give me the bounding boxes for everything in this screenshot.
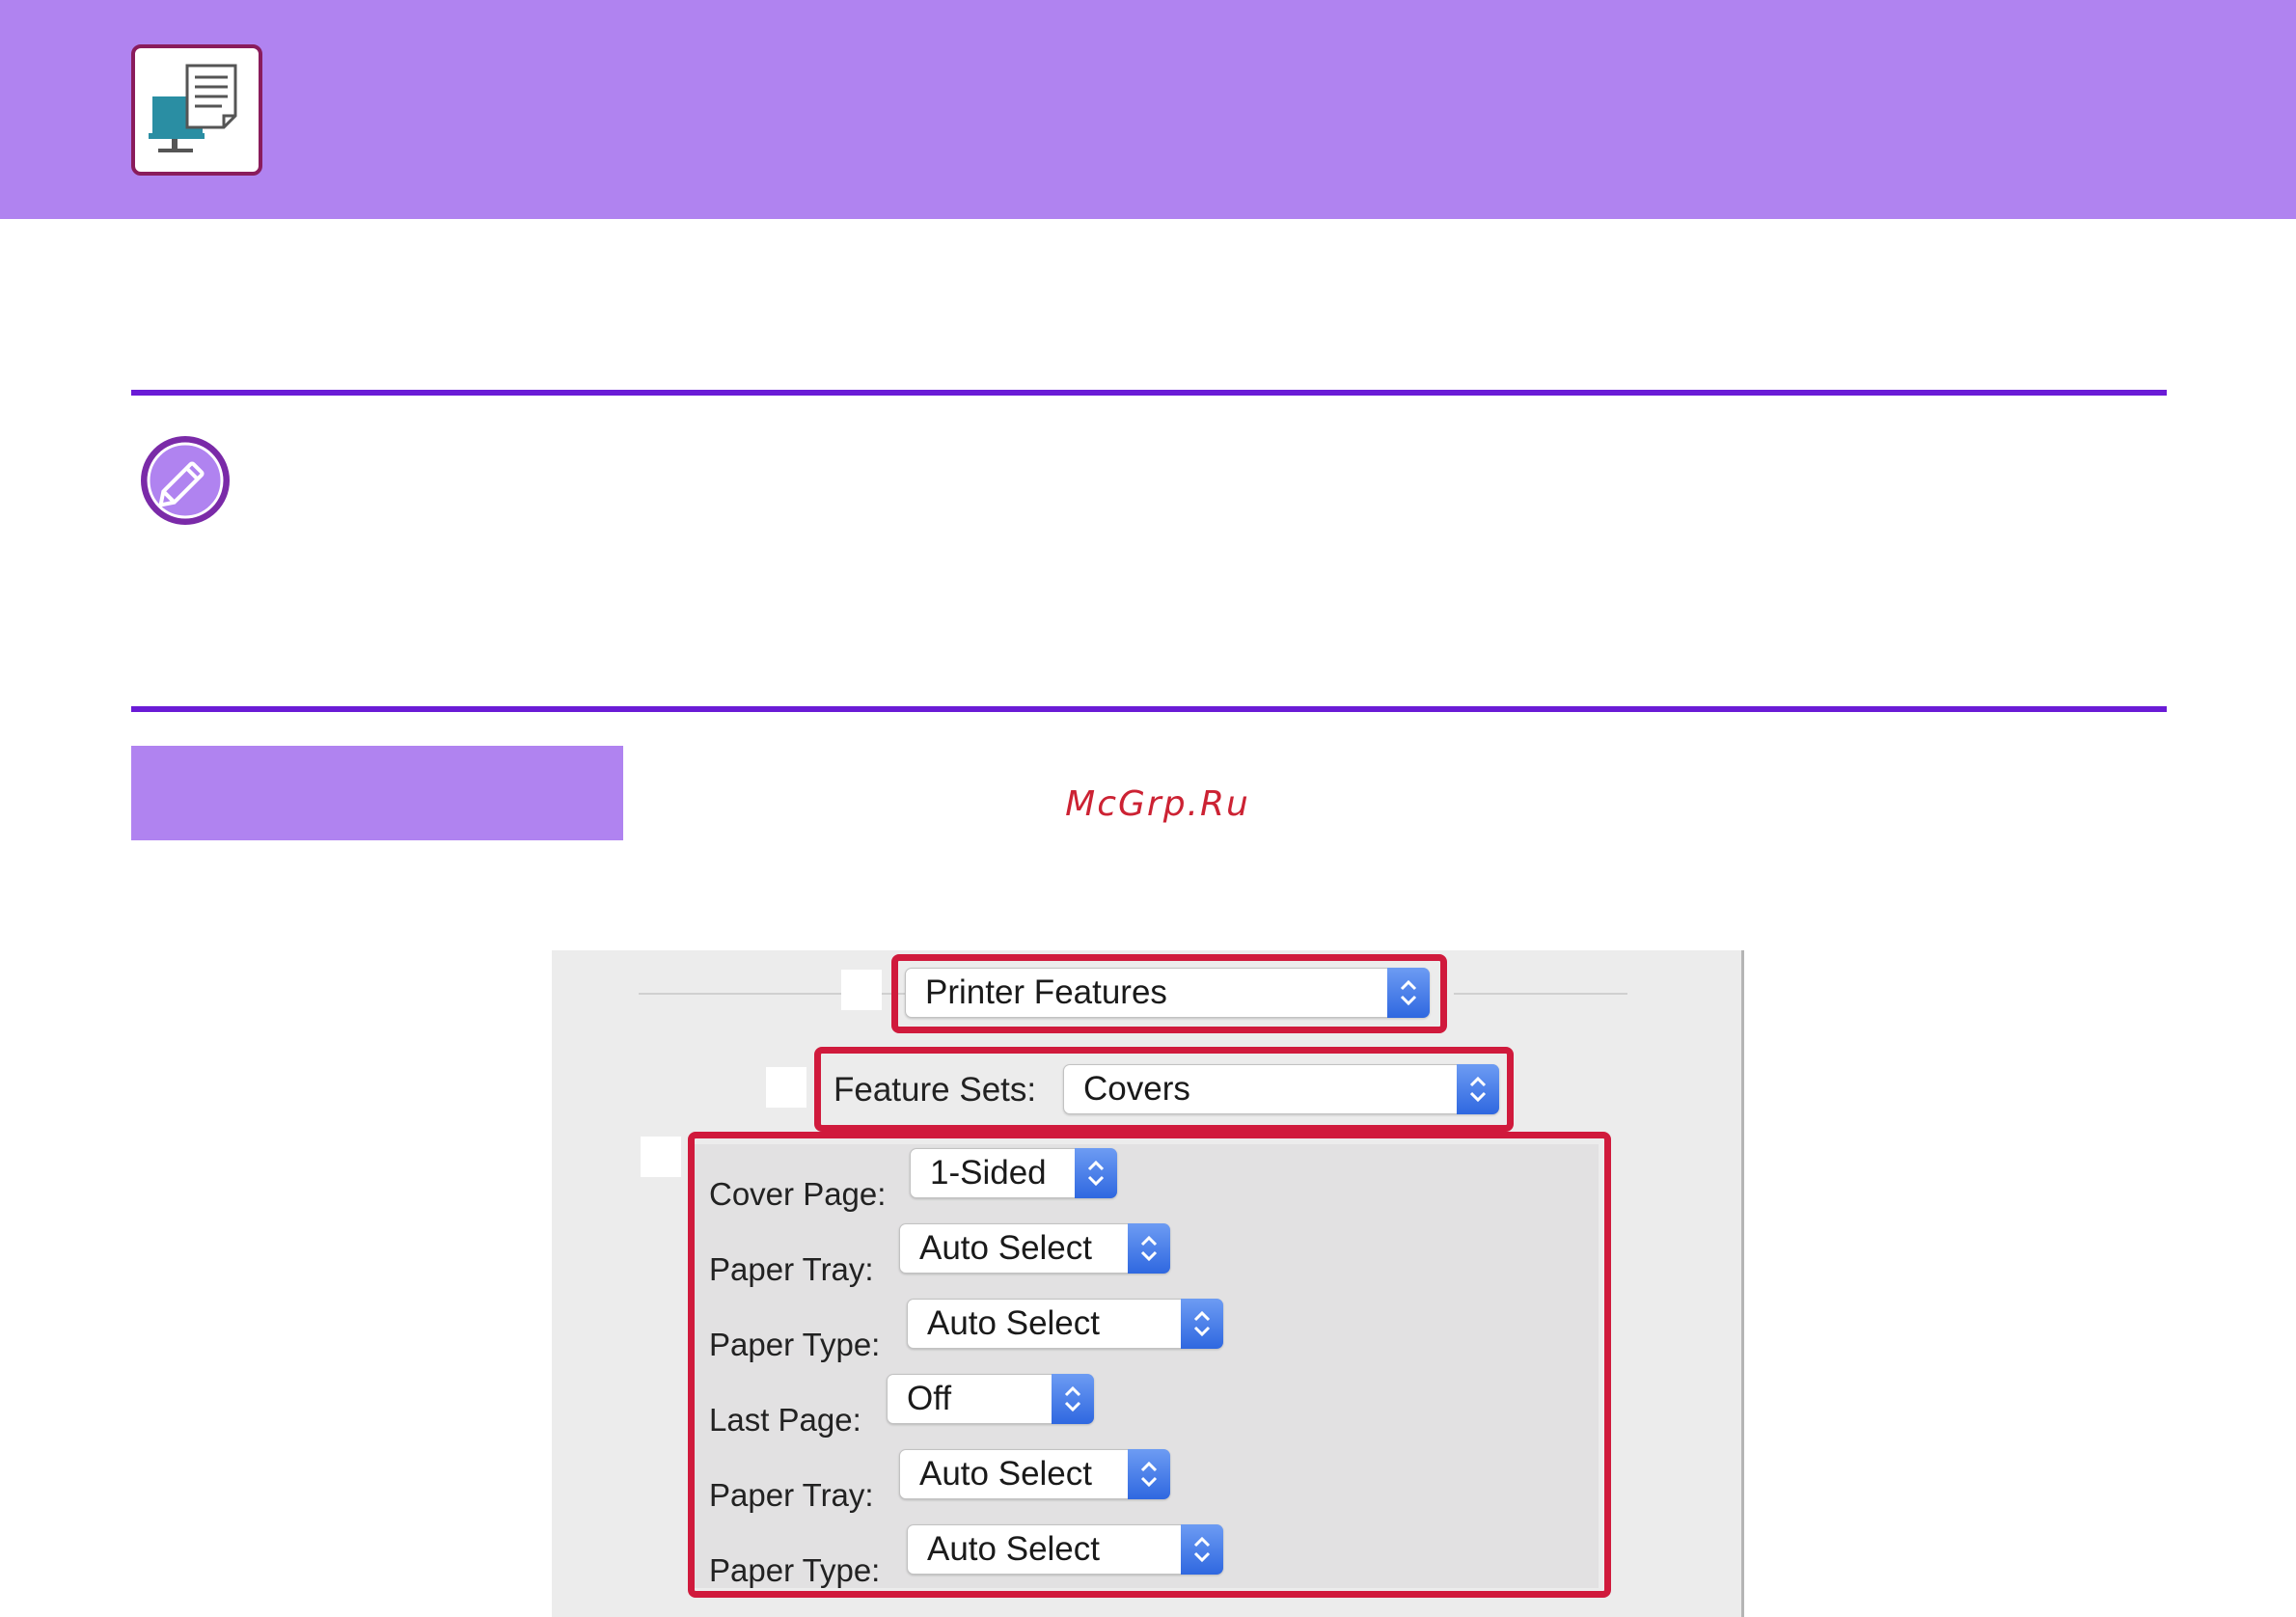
white-notch	[641, 1137, 681, 1177]
note-top-rule	[131, 390, 2167, 396]
highlight-box	[688, 1132, 1611, 1598]
dialog-separator-right	[1454, 993, 1627, 995]
white-notch	[766, 1067, 806, 1108]
header-bar	[0, 0, 2296, 219]
print-dialog-screenshot: Printer Features Feature Sets: Covers Co…	[552, 950, 1744, 1617]
note-bottom-rule	[131, 706, 2167, 712]
section-tab	[131, 746, 623, 840]
highlight-box	[891, 954, 1447, 1033]
watermark: McGrp.Ru	[1065, 784, 1250, 824]
highlight-box	[814, 1047, 1514, 1132]
white-notch	[841, 970, 882, 1010]
pencil-note-icon	[139, 434, 232, 527]
print-to-computer-icon	[131, 44, 262, 176]
